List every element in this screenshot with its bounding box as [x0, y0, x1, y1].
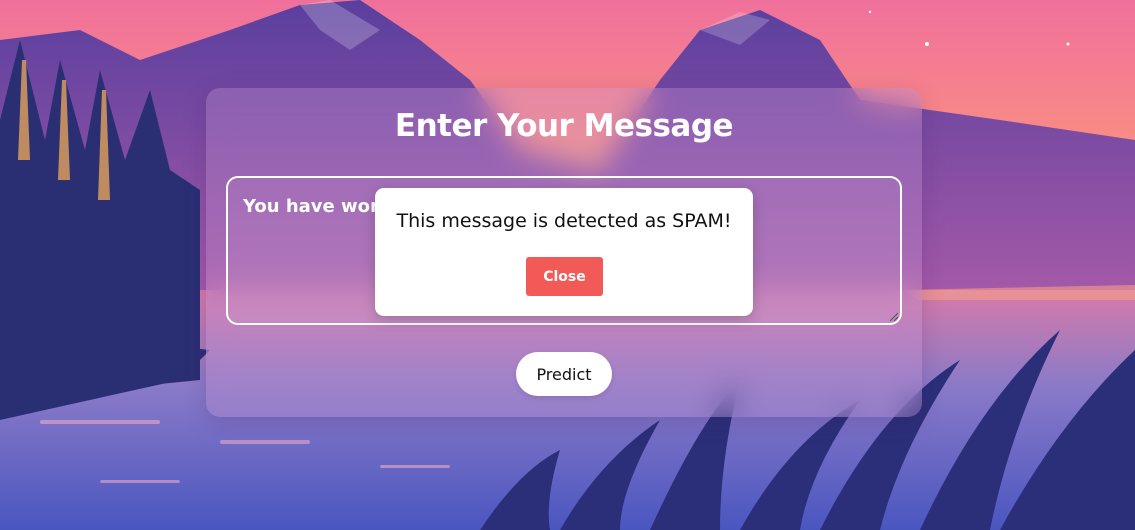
spam-result-modal: This message is detected as SPAM! Close [375, 188, 753, 316]
predict-button[interactable]: Predict [516, 352, 612, 396]
close-button[interactable]: Close [526, 257, 603, 296]
message-text: You have won [243, 196, 383, 217]
page-title: Enter Your Message [394, 108, 734, 144]
resize-grip-icon[interactable] [888, 311, 898, 321]
modal-message: This message is detected as SPAM! [396, 210, 732, 232]
